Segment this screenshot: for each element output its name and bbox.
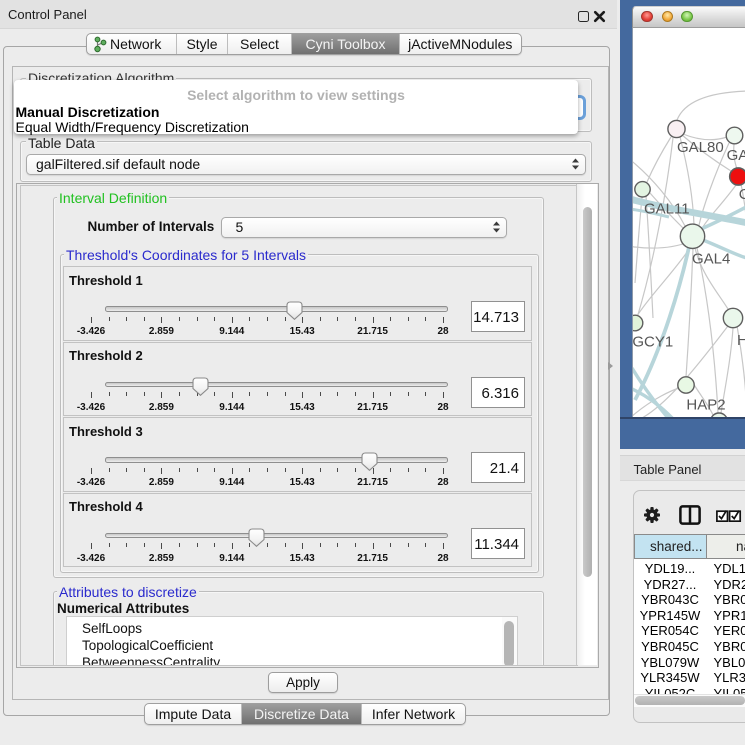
- svg-text:GCY1: GCY1: [633, 333, 673, 350]
- svg-text:GAL2: GAL2: [727, 147, 745, 164]
- svg-text:GAL80: GAL80: [677, 139, 724, 156]
- svg-text:HAP2: HAP2: [686, 396, 725, 413]
- svg-text:GAL4: GAL4: [692, 250, 730, 267]
- svg-text:GAL11: GAL11: [644, 200, 690, 217]
- svg-text:CYC: CYC: [739, 186, 745, 203]
- svg-text:HIS: HIS: [737, 332, 745, 349]
